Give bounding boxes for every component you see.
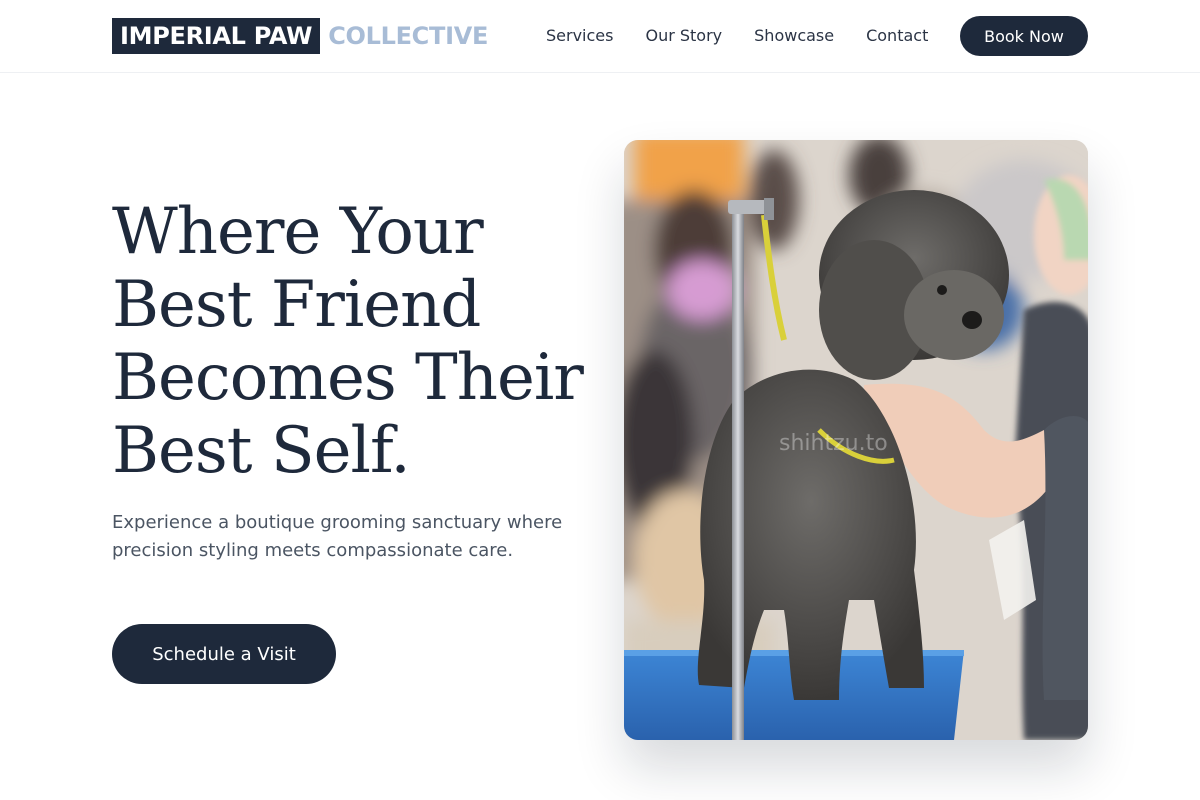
nav-link-services[interactable]: Services bbox=[546, 26, 613, 45]
photo-watermark: shihtzu.to bbox=[779, 431, 888, 456]
hero-photo-dog-grooming: shihtzu.to bbox=[624, 140, 1088, 740]
hero-title-line: Becomes Their bbox=[112, 341, 584, 415]
logo-subtitle: COLLECTIVE bbox=[328, 22, 489, 50]
nav-link-showcase[interactable]: Showcase bbox=[754, 26, 834, 45]
book-now-button[interactable]: Book Now bbox=[960, 16, 1088, 56]
nav-link-contact[interactable]: Contact bbox=[866, 26, 928, 45]
schedule-visit-button[interactable]: Schedule a Visit bbox=[112, 624, 336, 684]
hero-title: Where Your Best Friend Becomes Their Bes… bbox=[112, 196, 592, 488]
brand-logo[interactable]: IMPERIAL PAW COLLECTIVE bbox=[112, 18, 488, 54]
logo-wordmark: IMPERIAL PAW bbox=[112, 18, 321, 54]
dog-grooming-illustration: shihtzu.to bbox=[624, 140, 1088, 740]
site-header: IMPERIAL PAW COLLECTIVE Services Our Sto… bbox=[0, 0, 1200, 73]
hero-subtitle: Experience a boutique grooming sanctuary… bbox=[112, 512, 563, 561]
nav-link-our-story[interactable]: Our Story bbox=[645, 26, 722, 45]
hero-title-line: Best Self. bbox=[112, 414, 411, 488]
hero-title-line: Where Your bbox=[112, 195, 484, 269]
main-nav: Services Our Story Showcase Contact bbox=[546, 24, 928, 46]
hero-title-line: Best Friend bbox=[112, 268, 481, 342]
